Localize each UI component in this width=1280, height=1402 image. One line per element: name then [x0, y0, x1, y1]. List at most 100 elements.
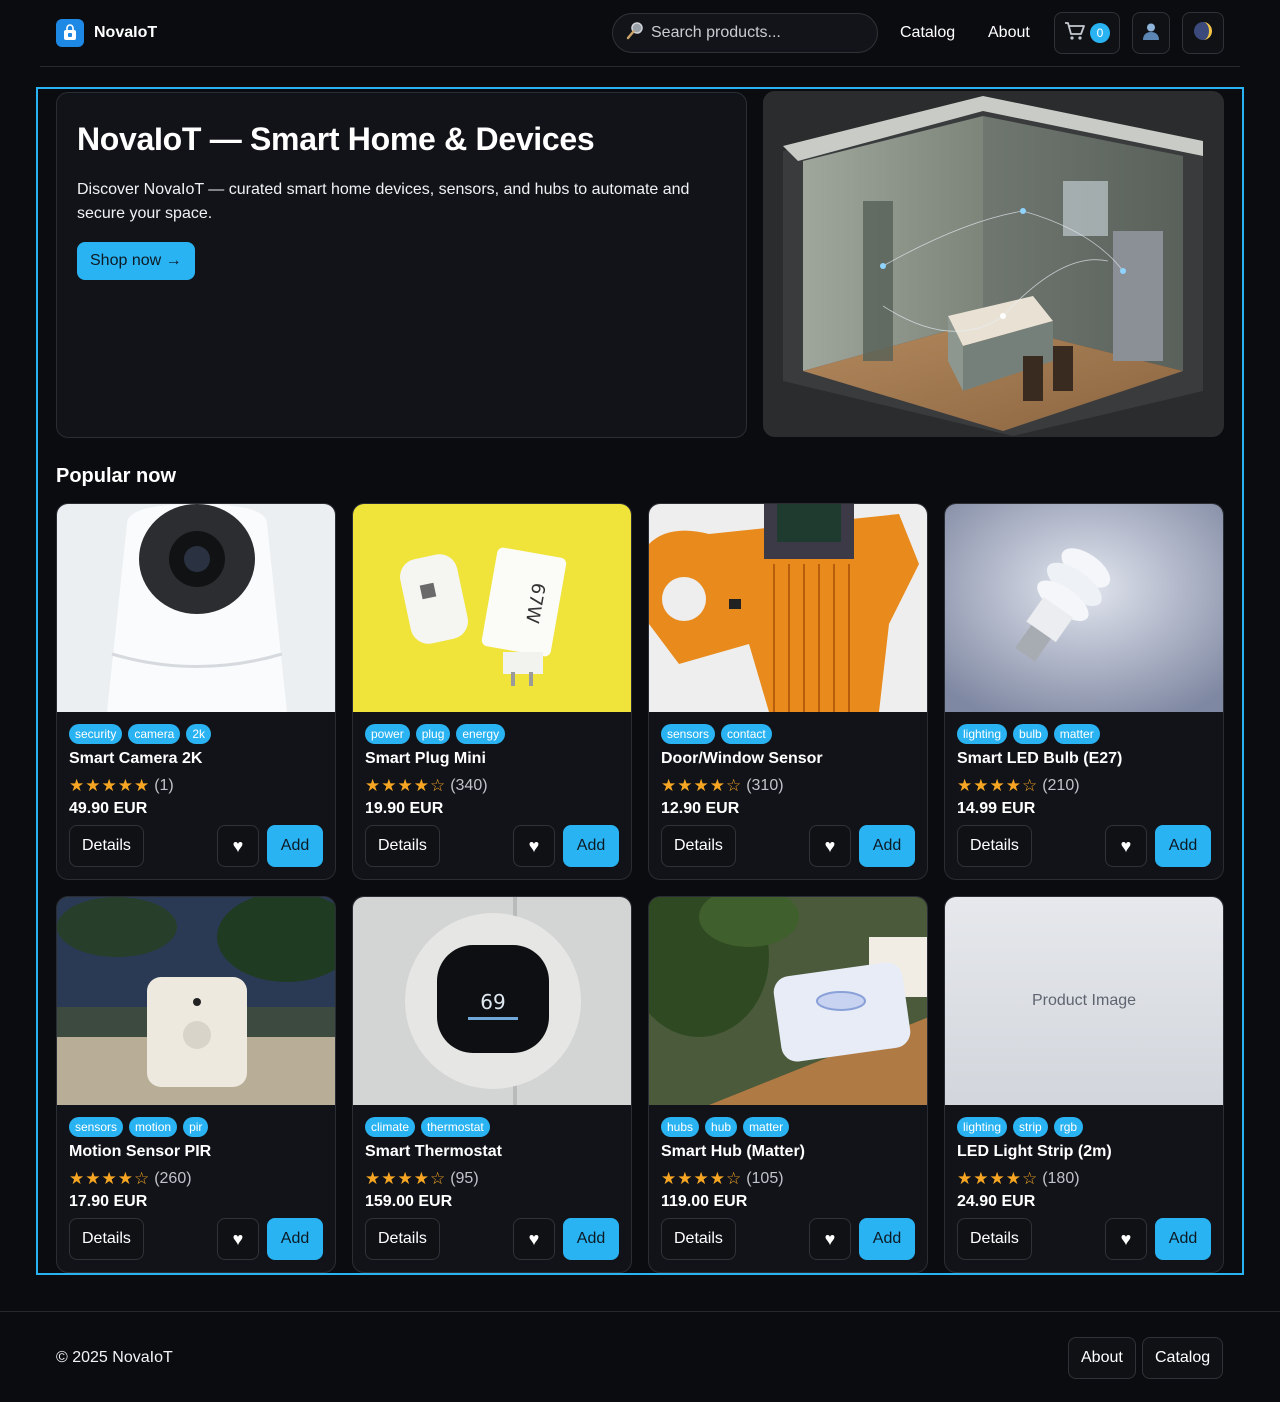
tag[interactable]: climate [365, 1117, 416, 1137]
product-image[interactable] [649, 504, 927, 712]
search-bar[interactable] [612, 13, 878, 53]
product-image[interactable] [649, 897, 927, 1105]
tag[interactable]: power [365, 724, 410, 744]
product-name: Smart Thermostat [365, 1143, 502, 1160]
product-price: 159.00 EUR [365, 1193, 453, 1210]
tag[interactable]: matter [743, 1117, 790, 1137]
add-to-cart-button[interactable]: Add [267, 1218, 323, 1260]
product-price: 19.90 EUR [365, 800, 444, 817]
user-icon [1141, 21, 1161, 46]
star-icons: ★★★★☆ [957, 776, 1039, 795]
theme-toggle[interactable] [1182, 12, 1224, 54]
details-button[interactable]: Details [957, 1218, 1032, 1260]
details-button[interactable]: Details [957, 825, 1032, 867]
tag[interactable]: sensors [661, 724, 716, 744]
site-footer: © 2025 NovaIoT About Catalog [0, 1311, 1280, 1402]
tag[interactable]: energy [456, 724, 506, 744]
product-price: 119.00 EUR [661, 1193, 748, 1210]
product-image[interactable] [57, 504, 335, 712]
product-name: Smart Camera 2K [69, 750, 203, 767]
star-icons: ★★★★☆ [365, 776, 447, 795]
main-content: NovaIoT — Smart Home & Devices Discover … [36, 87, 1244, 1275]
magnifier-icon [625, 21, 645, 46]
product-image-placeholder[interactable]: Product Image [945, 897, 1223, 1105]
tag[interactable]: camera [128, 724, 181, 744]
cart-button[interactable]: 0 [1054, 12, 1120, 54]
product-image[interactable] [57, 897, 335, 1105]
star-icons: ★★★★☆ [661, 1169, 743, 1188]
tag-list: security camera 2k [69, 724, 323, 744]
details-button[interactable]: Details [365, 825, 440, 867]
site-header: NovaIoT Catalog About 0 [40, 0, 1240, 67]
add-to-cart-button[interactable]: Add [563, 1218, 619, 1260]
details-button[interactable]: Details [661, 1218, 736, 1260]
review-count: (310) [746, 777, 784, 794]
footer-catalog-link[interactable]: Catalog [1142, 1337, 1224, 1379]
tag[interactable]: hubs [661, 1117, 700, 1137]
brand[interactable]: NovaIoT [56, 19, 157, 47]
tag[interactable]: lighting [957, 724, 1008, 744]
tag[interactable]: motion [129, 1117, 178, 1137]
heart-icon[interactable]: ♥ [217, 1218, 259, 1260]
star-icons: ★★★★☆ [69, 1169, 151, 1188]
search-input[interactable] [651, 24, 871, 42]
product-name: LED Light Strip (2m) [957, 1143, 1112, 1160]
review-count: (105) [746, 1170, 784, 1187]
heart-icon[interactable]: ♥ [217, 825, 259, 867]
heart-icon[interactable]: ♥ [513, 825, 555, 867]
add-to-cart-button[interactable]: Add [563, 825, 619, 867]
product-image[interactable] [945, 504, 1223, 712]
product-card: security camera 2k Smart Camera 2K ★★★★★… [56, 503, 336, 880]
product-card: sensors motion pir Motion Sensor PIR ★★★… [56, 896, 336, 1273]
review-count: (180) [1042, 1170, 1080, 1187]
review-count: (260) [154, 1170, 192, 1187]
product-name: Smart Hub (Matter) [661, 1143, 806, 1160]
nav-catalog[interactable]: Catalog [900, 24, 955, 42]
product-price: 24.90 EUR [957, 1193, 1036, 1210]
tag[interactable]: hub [705, 1117, 738, 1137]
heart-icon[interactable]: ♥ [809, 825, 851, 867]
product-name: Smart LED Bulb (E27) [957, 750, 1123, 767]
copyright-text: © 2025 NovaIoT [56, 1349, 173, 1366]
product-card: Product Image lighting strip rgb LED Lig… [944, 896, 1224, 1273]
footer-about-link[interactable]: About [1068, 1337, 1136, 1379]
product-card: 69 climate thermostat Smart Thermostat ★… [352, 896, 632, 1273]
heart-icon[interactable]: ♥ [1105, 1218, 1147, 1260]
account-button[interactable] [1132, 12, 1170, 54]
nav-about[interactable]: About [988, 24, 1030, 42]
tag[interactable]: contact [721, 724, 772, 744]
tag[interactable]: matter [1053, 724, 1100, 744]
review-count: (95) [450, 1170, 479, 1187]
product-image[interactable]: 67W [353, 504, 631, 712]
add-to-cart-button[interactable]: Add [859, 825, 915, 867]
tag[interactable]: thermostat [421, 1117, 490, 1137]
details-button[interactable]: Details [69, 825, 144, 867]
product-price: 49.90 EUR [69, 800, 148, 817]
tag[interactable]: security [69, 724, 123, 744]
tag[interactable]: bulb [1013, 724, 1048, 744]
tag[interactable]: plug [415, 724, 451, 744]
heart-icon[interactable]: ♥ [513, 1218, 555, 1260]
shop-now-button[interactable]: Shop now → [77, 242, 195, 280]
add-to-cart-button[interactable]: Add [1155, 825, 1211, 867]
details-button[interactable]: Details [365, 1218, 440, 1260]
tag[interactable]: lighting [957, 1117, 1008, 1137]
tag[interactable]: strip [1013, 1117, 1048, 1137]
product-image[interactable]: 69 [353, 897, 631, 1105]
add-to-cart-button[interactable]: Add [859, 1218, 915, 1260]
hero-title: NovaIoT — Smart Home & Devices [77, 121, 595, 157]
heart-icon[interactable]: ♥ [809, 1218, 851, 1260]
tag[interactable]: pir [183, 1117, 209, 1137]
product-price: 12.90 EUR [661, 800, 740, 817]
tag[interactable]: sensors [69, 1117, 124, 1137]
add-to-cart-button[interactable]: Add [1155, 1218, 1211, 1260]
tag[interactable]: 2k [186, 724, 212, 744]
heart-icon[interactable]: ♥ [1105, 825, 1147, 867]
details-button[interactable]: Details [69, 1218, 144, 1260]
section-title: Popular now [56, 465, 176, 487]
add-to-cart-button[interactable]: Add [267, 825, 323, 867]
details-button[interactable]: Details [661, 825, 736, 867]
product-name: Motion Sensor PIR [69, 1143, 212, 1160]
tag[interactable]: rgb [1053, 1117, 1084, 1137]
review-count: (340) [450, 777, 488, 794]
